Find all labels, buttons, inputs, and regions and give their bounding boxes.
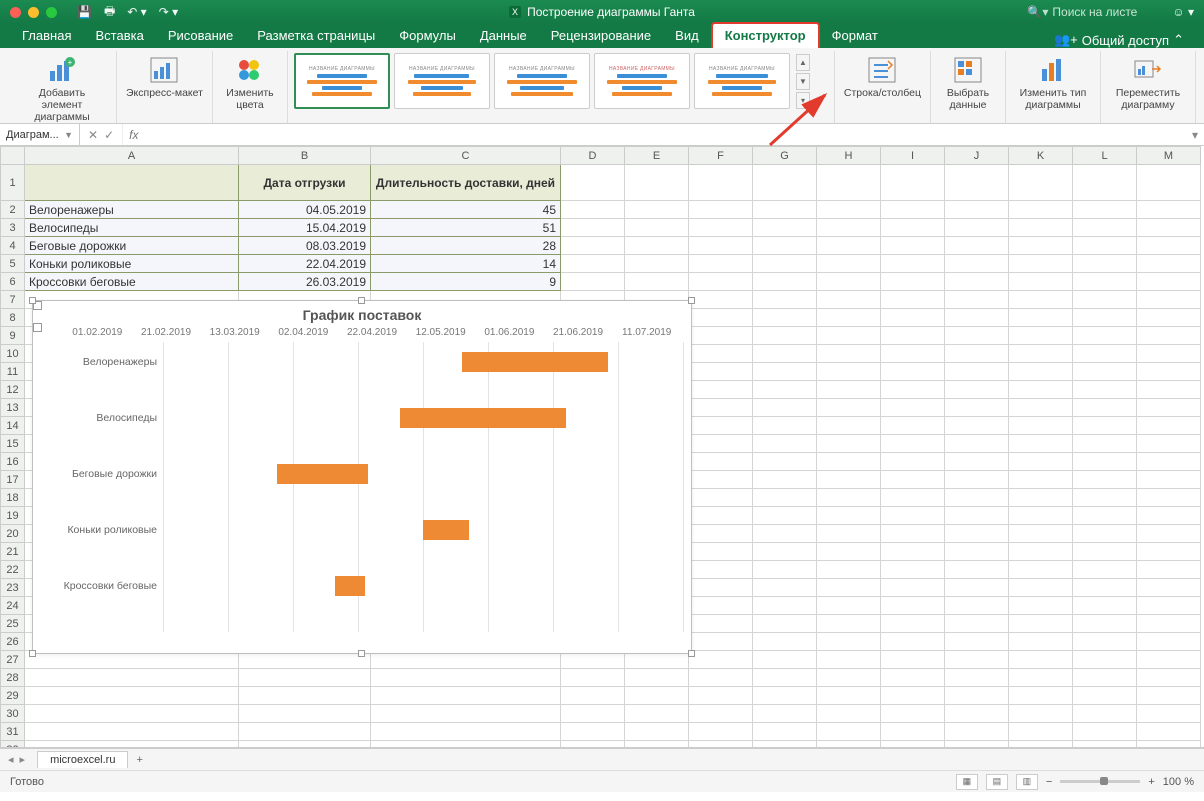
- sheet-tab[interactable]: microexcel.ru: [37, 751, 128, 768]
- tab-page-layout[interactable]: Разметка страницы: [245, 24, 387, 48]
- fx-cancel-icon[interactable]: ✕: [88, 128, 98, 142]
- switch-rowcol-icon: [867, 55, 897, 85]
- print-icon[interactable]: 🖶: [104, 2, 115, 23]
- status-ready: Готово: [10, 776, 44, 788]
- tab-data[interactable]: Данные: [468, 24, 539, 48]
- switch-row-column-button[interactable]: Строка/столбец: [841, 53, 924, 101]
- zoom-slider[interactable]: [1060, 780, 1140, 783]
- chart-style-3[interactable]: Название диаграммы: [494, 53, 590, 109]
- sheet-nav-first[interactable]: ◂: [8, 753, 14, 766]
- chart-title[interactable]: График поставок: [33, 301, 691, 323]
- save-icon[interactable]: 💾: [77, 5, 92, 19]
- move-chart-button[interactable]: Переместить диаграмму: [1107, 53, 1189, 113]
- titlebar: 💾 🖶 ↶ ▾ ↷ ▾ X Построение диаграммы Ганта…: [0, 0, 1204, 24]
- tab-format[interactable]: Формат: [820, 24, 890, 48]
- tab-draw[interactable]: Рисование: [156, 24, 245, 48]
- zoom-in-button[interactable]: +: [1148, 776, 1154, 788]
- tab-review[interactable]: Рецензирование: [539, 24, 663, 48]
- tab-home[interactable]: Главная: [10, 24, 83, 48]
- formula-input[interactable]: [144, 124, 1186, 145]
- formula-expand-icon[interactable]: ▾: [1186, 128, 1204, 142]
- view-page-break-button[interactable]: ▥: [1016, 774, 1038, 790]
- select-data-icon: [953, 55, 983, 85]
- ribbon: + Добавить элемент диаграммы Экспресс-ма…: [0, 48, 1204, 124]
- zoom-out-button[interactable]: −: [1046, 776, 1052, 788]
- styles-scroll-down[interactable]: ▼: [796, 73, 810, 90]
- sheet-tab-bar: ◂ ▸ microexcel.ru +: [0, 748, 1204, 770]
- zoom-level[interactable]: 100 %: [1163, 776, 1194, 788]
- move-chart-icon: [1133, 55, 1163, 85]
- chart-style-5[interactable]: Название диаграммы: [694, 53, 790, 109]
- quick-layout-button[interactable]: Экспресс-макет: [123, 53, 206, 101]
- styles-expand[interactable]: ▾: [796, 92, 810, 109]
- name-box[interactable]: Диаграм...▼: [0, 124, 80, 145]
- formula-bar: Диаграм...▼ ✕ ✓ fx ▾: [0, 124, 1204, 146]
- chart-style-4[interactable]: Название диаграммы: [594, 53, 690, 109]
- chevron-down-icon: ⌃: [1173, 32, 1184, 48]
- user-icon[interactable]: ☺ ▾: [1172, 5, 1194, 19]
- chart-object[interactable]: График поставок 01.02.201921.02.201913.0…: [32, 300, 692, 654]
- window-zoom[interactable]: [46, 7, 57, 18]
- add-sheet-button[interactable]: +: [128, 754, 150, 766]
- tab-insert[interactable]: Вставка: [83, 24, 155, 48]
- status-bar: Готово ▦ ▤ ▥ − + 100 %: [0, 770, 1204, 792]
- view-normal-button[interactable]: ▦: [956, 774, 978, 790]
- ribbon-tabs: Главная Вставка Рисование Разметка стран…: [0, 24, 1204, 48]
- chart-styles-gallery[interactable]: Название диаграммы Название диаграммы На…: [294, 53, 810, 109]
- change-chart-type-button[interactable]: Изменить тип диаграммы: [1012, 53, 1094, 113]
- fx-icon[interactable]: fx: [123, 128, 144, 142]
- select-data-button[interactable]: [919, 0, 925, 3]
- add-chart-element-button[interactable]: + Добавить элемент диаграммы: [14, 53, 110, 125]
- worksheet-grid[interactable]: ABCDEFGHIJKLM1Дата отгрузкиДлительность …: [0, 146, 1204, 748]
- change-colors-button[interactable]: Изменить цвета: [219, 53, 281, 113]
- share-icon: 👥+: [1054, 32, 1078, 48]
- excel-icon: X: [509, 6, 521, 18]
- chart-plot-area: ВелоренажерыВелосипедыБеговые дорожкиКон…: [63, 342, 681, 632]
- styles-scroll-up[interactable]: ▲: [796, 54, 810, 71]
- select-data-button[interactable]: Выбрать данные: [937, 53, 999, 113]
- quick-layout-icon: [149, 55, 179, 85]
- add-element-icon: +: [47, 55, 77, 85]
- chart-style-1[interactable]: Название диаграммы: [294, 53, 390, 109]
- change-type-icon: [1038, 55, 1068, 85]
- chart-x-axis: 01.02.201921.02.201913.03.201902.04.2019…: [63, 327, 681, 338]
- redo-icon[interactable]: ↷ ▾: [159, 5, 178, 19]
- search-box[interactable]: 🔍▾: [1027, 5, 1162, 19]
- document-title: Построение диаграммы Ганта: [527, 5, 695, 19]
- colors-icon: [235, 55, 265, 85]
- fx-confirm-icon[interactable]: ✓: [104, 128, 114, 142]
- search-icon: 🔍▾: [1027, 5, 1048, 19]
- svg-text:+: +: [68, 58, 73, 67]
- view-page-layout-button[interactable]: ▤: [986, 774, 1008, 790]
- chart-style-2[interactable]: Название диаграммы: [394, 53, 490, 109]
- tab-formulas[interactable]: Формулы: [387, 24, 468, 48]
- tab-view[interactable]: Вид: [663, 24, 711, 48]
- share-button[interactable]: 👥+ Общий доступ ⌃: [1044, 32, 1194, 48]
- tab-design[interactable]: Конструктор: [711, 22, 820, 48]
- sheet-nav-prev[interactable]: ▸: [20, 753, 26, 766]
- window-minimize[interactable]: [28, 7, 39, 18]
- window-close[interactable]: [10, 7, 21, 18]
- undo-icon[interactable]: ↶ ▾: [127, 5, 146, 19]
- search-input[interactable]: [1052, 5, 1162, 19]
